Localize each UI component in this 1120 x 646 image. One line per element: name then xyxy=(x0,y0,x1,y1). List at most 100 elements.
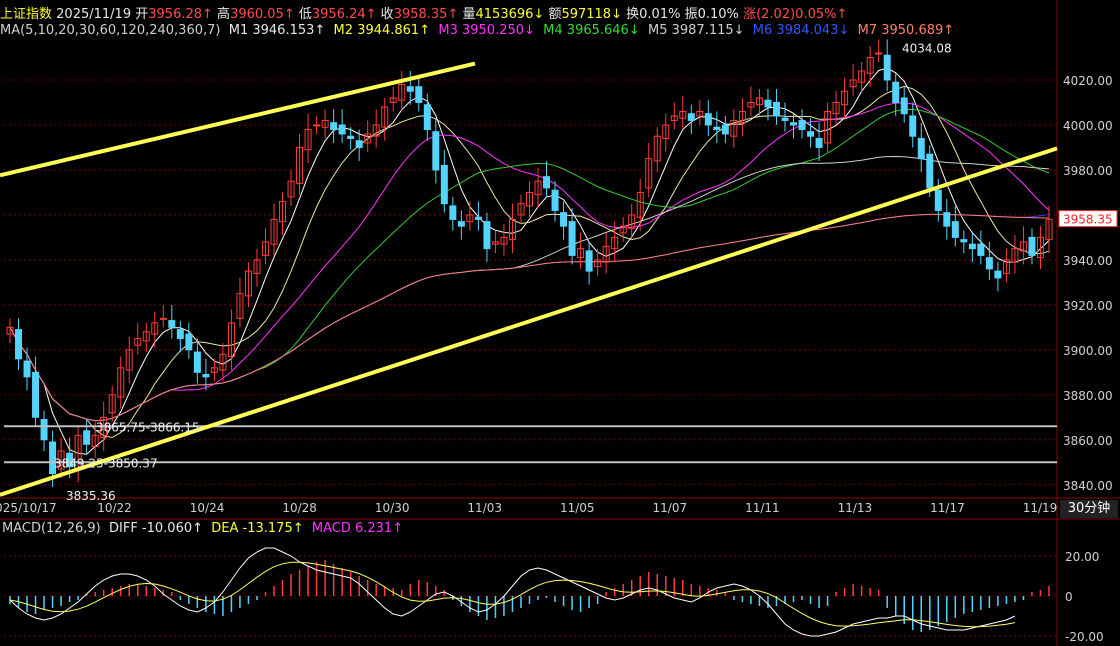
candle-body xyxy=(815,137,823,148)
turnover-label: 换 xyxy=(626,7,640,22)
candle-body xyxy=(943,212,951,227)
dea-line xyxy=(9,561,1015,628)
candle-body xyxy=(721,124,729,135)
price-tick: 3860.00 xyxy=(1063,434,1113,448)
open-value: 3956.28↑ xyxy=(148,7,213,22)
index-name: 上证指数 xyxy=(0,7,53,22)
stock-chart[interactable]: 4020.004000.003980.003960.003940.003920.… xyxy=(0,0,1120,646)
macd-legend: MACD(12,26,9) DIFF -10.060↑ DEA -13.175↑… xyxy=(2,521,403,536)
candle-body xyxy=(193,351,201,373)
candle-body xyxy=(977,243,985,256)
ma-m1: M1 3946.153↑ xyxy=(228,23,326,38)
candle-body xyxy=(772,101,780,117)
ma-line-m3 xyxy=(9,102,1050,422)
turnover-value: 0.01% xyxy=(639,7,681,22)
candle-body xyxy=(159,317,167,320)
date-tick: 11/07 xyxy=(653,501,688,515)
ma-m4: M4 3965.646↓ xyxy=(543,23,640,38)
candle-body xyxy=(798,119,806,130)
date-tick: 10/28 xyxy=(282,501,317,515)
time-axis: 2025/10/1710/2210/2410/2810/3011/0311/05… xyxy=(0,501,1057,515)
change-value: (2.02) xyxy=(756,7,796,22)
price-grid xyxy=(0,0,1120,646)
candle-body xyxy=(440,164,448,205)
candle-body xyxy=(415,86,423,103)
date-tick: 10/24 xyxy=(190,501,225,515)
candle-body xyxy=(985,257,993,270)
candle-body xyxy=(40,419,48,441)
change-label: 涨 xyxy=(743,7,757,22)
candle-body xyxy=(560,212,568,227)
candle-body xyxy=(202,374,210,378)
macd-value: MACD 6.231↑ xyxy=(311,521,404,536)
date-tick: 2025/10/17 xyxy=(0,501,57,515)
candle-body xyxy=(951,221,959,238)
candle-body xyxy=(23,360,31,378)
price-tick: 3900.00 xyxy=(1063,344,1113,358)
candle-body xyxy=(892,81,900,103)
moving-average-lines xyxy=(9,67,1050,455)
candle-body xyxy=(934,189,942,211)
ma-line-m7 xyxy=(9,213,1049,422)
ma-line-m2 xyxy=(9,85,1050,439)
high-label: 高 xyxy=(217,7,231,22)
candle-body xyxy=(338,124,346,135)
last-price-text: 3958.35 xyxy=(1063,213,1113,227)
macd-panel: 20.00 0 -20.00 xyxy=(4,547,1104,644)
macd-tick: -20.00 xyxy=(1065,630,1104,644)
macd-diff: DIFF -10.060↑ xyxy=(109,521,204,536)
price-annotations: 4034.08 3865.75-3866.15 3849.25-3850.37 383… xyxy=(54,41,1118,503)
change-percent: 0.05%↑ xyxy=(795,7,848,22)
date-tick: 11/17 xyxy=(930,501,965,515)
candle-body xyxy=(687,113,695,121)
ma-legend: MA(5,10,20,30,60,120,240,360,7) M1 3946.… xyxy=(0,23,954,38)
candle-body xyxy=(764,99,772,108)
candle-body xyxy=(330,122,338,130)
candle-body xyxy=(883,54,891,81)
ma-m7: M7 3950.689↑ xyxy=(857,23,955,38)
ma-m6: M6 3984.043↓ xyxy=(752,23,850,38)
price-tick: 3940.00 xyxy=(1063,254,1113,268)
candle-body xyxy=(457,221,465,227)
candle-body xyxy=(781,117,789,121)
close-value: 3958.35↑ xyxy=(393,7,459,22)
macd-tick: 20.00 xyxy=(1065,550,1099,564)
quote-header: 上证指数 2025/11/19 开3956.28↑ 高3960.05↑ 低395… xyxy=(0,3,847,22)
candle-body xyxy=(713,126,721,130)
candle-body xyxy=(168,320,176,328)
candle-body xyxy=(968,243,976,250)
candle-body xyxy=(790,122,798,126)
ma-m3: M3 3950.250↓ xyxy=(438,23,535,38)
date-tick: 11/13 xyxy=(838,501,873,515)
price-tick: 4000.00 xyxy=(1063,119,1113,133)
candle-body xyxy=(483,221,491,250)
candle-body xyxy=(449,205,457,220)
candle-body xyxy=(917,137,925,160)
price-tick: 3920.00 xyxy=(1063,299,1113,313)
price-axis: 4020.004000.003980.003960.003940.003920.… xyxy=(1063,74,1113,493)
ma-label: MA(5,10,20,30,60,120,240,360,7) xyxy=(0,23,221,38)
price-tick: 4020.00 xyxy=(1063,74,1113,88)
candle-body xyxy=(32,371,40,418)
date-tick: 11/03 xyxy=(467,501,502,515)
price-tick: 3840.00 xyxy=(1063,479,1113,493)
ma-line-m1 xyxy=(9,67,1050,455)
high-value: 3960.05↑ xyxy=(230,7,295,22)
period-selector[interactable]: 30分钟 xyxy=(1060,500,1118,518)
candle-body xyxy=(474,216,482,220)
ma-line-m6 xyxy=(9,213,1050,422)
candle-body xyxy=(423,104,431,130)
candle-body xyxy=(551,189,559,211)
candle-body xyxy=(585,250,593,272)
low-label: 低 xyxy=(298,7,312,22)
price-annotation: 4034.08 xyxy=(902,41,952,55)
candle-body xyxy=(355,140,363,148)
candle-body xyxy=(313,124,321,127)
open-label: 开 xyxy=(135,7,149,22)
volume-value: 4153696↓ xyxy=(475,7,545,22)
lower-trendline xyxy=(0,146,1058,497)
amplitude-value: 0.10% xyxy=(697,7,739,22)
candle-body xyxy=(543,176,551,189)
candle-body xyxy=(176,329,184,340)
candle-body xyxy=(185,333,193,351)
